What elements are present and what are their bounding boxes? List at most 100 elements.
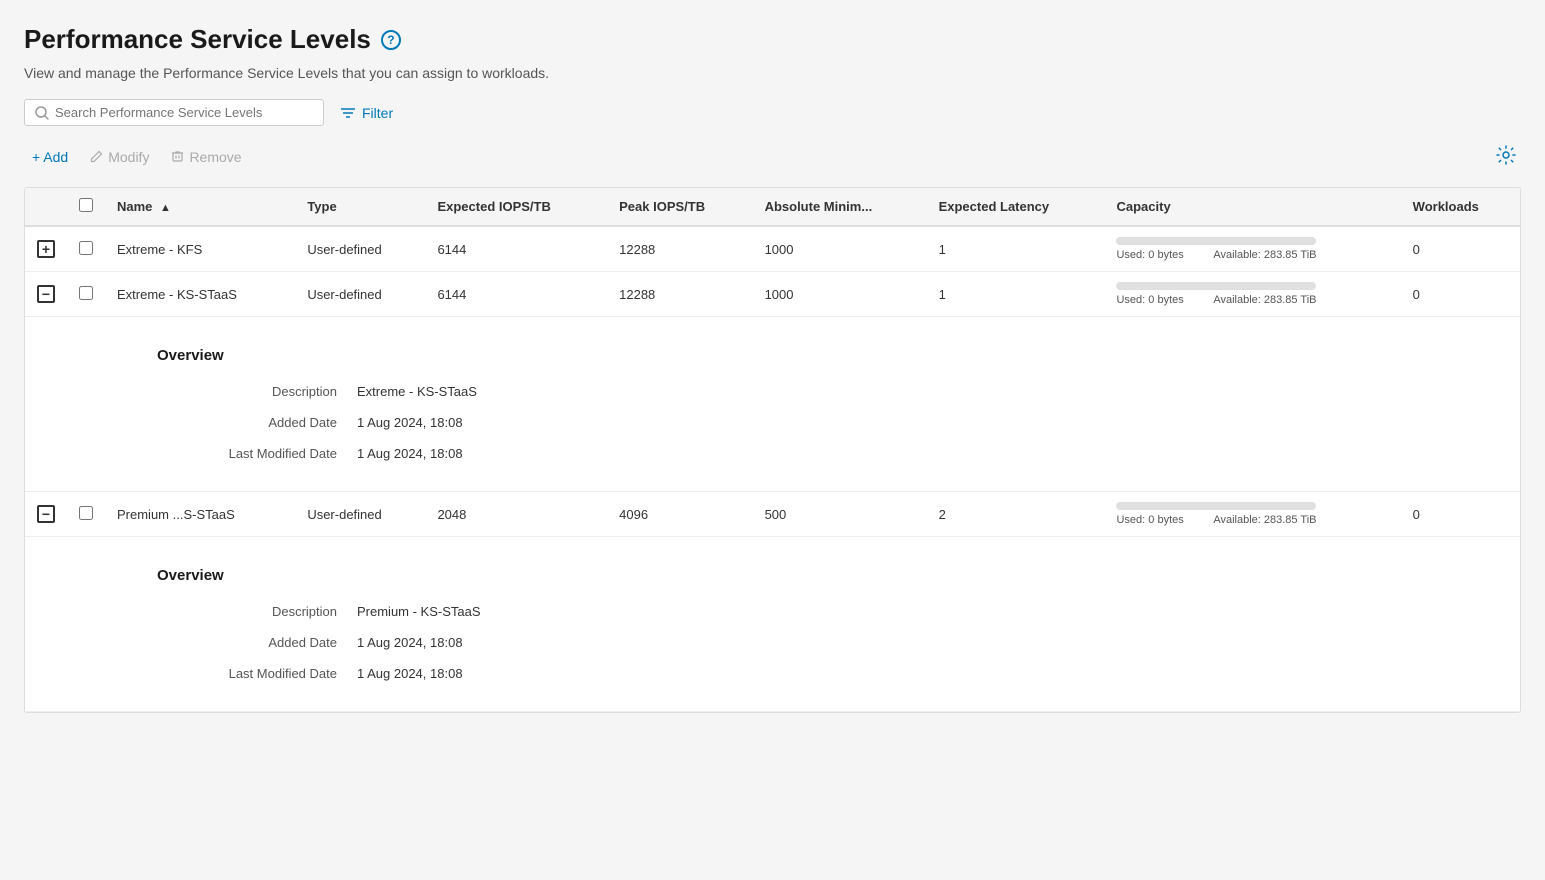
collapse-button[interactable]: − bbox=[37, 505, 55, 523]
modify-button[interactable]: Modify bbox=[82, 145, 157, 169]
row-absolute-min: 1000 bbox=[753, 226, 927, 272]
overview-row: Overview Description Premium - KS-STaaS … bbox=[25, 537, 1520, 712]
overview-grid: Description Premium - KS-STaaS Added Dat… bbox=[157, 604, 757, 681]
actions-row: + Add Modify Remove bbox=[24, 140, 1521, 173]
row-peak-iops: 4096 bbox=[607, 492, 752, 537]
overview-grid: Description Extreme - KS-STaaS Added Dat… bbox=[157, 384, 757, 461]
overview-section: Overview Description Premium - KS-STaaS … bbox=[37, 547, 1508, 701]
row-checkbox[interactable] bbox=[79, 241, 93, 255]
search-box[interactable] bbox=[24, 99, 324, 126]
overview-row: Overview Description Extreme - KS-STaaS … bbox=[25, 317, 1520, 492]
row-expected-iops: 6144 bbox=[425, 272, 607, 317]
row-name: Extreme - KFS bbox=[105, 226, 295, 272]
row-expected-latency: 1 bbox=[927, 272, 1105, 317]
row-expected-latency: 2 bbox=[927, 492, 1105, 537]
th-capacity: Capacity bbox=[1104, 188, 1400, 226]
gear-icon bbox=[1495, 144, 1517, 166]
settings-button[interactable] bbox=[1491, 140, 1521, 173]
row-capacity: Used: 0 bytes Available: 283.85 TiB bbox=[1104, 492, 1400, 537]
row-capacity: Used: 0 bytes Available: 283.85 TiB bbox=[1104, 226, 1400, 272]
capacity-available: Available: 283.85 TiB bbox=[1213, 249, 1316, 261]
overview-cell: Overview Description Premium - KS-STaaS … bbox=[25, 537, 1520, 712]
row-checkbox-cell[interactable] bbox=[67, 226, 105, 272]
row-name: Extreme - KS-STaaS bbox=[105, 272, 295, 317]
expand-cell[interactable]: − bbox=[25, 272, 67, 317]
trash-icon bbox=[171, 150, 184, 163]
row-type: User-defined bbox=[295, 272, 425, 317]
row-peak-iops: 12288 bbox=[607, 272, 752, 317]
search-icon bbox=[35, 106, 49, 120]
row-expected-iops: 6144 bbox=[425, 226, 607, 272]
pencil-icon bbox=[90, 150, 103, 163]
th-expand bbox=[25, 188, 67, 226]
th-type: Type bbox=[295, 188, 425, 226]
expand-button[interactable]: + bbox=[37, 240, 55, 258]
help-icon[interactable]: ? bbox=[381, 30, 401, 50]
th-peak-iops: Peak IOPS/TB bbox=[607, 188, 752, 226]
row-workloads: 0 bbox=[1401, 492, 1520, 537]
row-checkbox[interactable] bbox=[79, 286, 93, 300]
expand-cell[interactable]: − bbox=[25, 492, 67, 537]
row-checkbox-cell[interactable] bbox=[67, 272, 105, 317]
capacity-used: Used: 0 bytes bbox=[1116, 294, 1183, 306]
added-date-value: 1 Aug 2024, 18:08 bbox=[357, 635, 757, 650]
row-workloads: 0 bbox=[1401, 272, 1520, 317]
capacity-available: Available: 283.85 TiB bbox=[1213, 294, 1316, 306]
capacity-used: Used: 0 bytes bbox=[1116, 514, 1183, 526]
expand-cell[interactable]: + bbox=[25, 226, 67, 272]
add-button[interactable]: + Add bbox=[24, 145, 76, 169]
row-peak-iops: 12288 bbox=[607, 226, 752, 272]
capacity-available: Available: 283.85 TiB bbox=[1213, 514, 1316, 526]
row-name: Premium ...S-STaaS bbox=[105, 492, 295, 537]
overview-section: Overview Description Extreme - KS-STaaS … bbox=[37, 327, 1508, 481]
page-title-row: Performance Service Levels ? bbox=[24, 24, 1521, 55]
row-checkbox-cell[interactable] bbox=[67, 492, 105, 537]
added-date-label: Added Date bbox=[157, 415, 357, 430]
description-value: Premium - KS-STaaS bbox=[357, 604, 757, 619]
last-modified-label: Last Modified Date bbox=[157, 666, 357, 681]
overview-title: Overview bbox=[157, 567, 1468, 584]
select-all-checkbox[interactable] bbox=[79, 198, 93, 212]
row-expected-latency: 1 bbox=[927, 226, 1105, 272]
th-absolute-min: Absolute Minim... bbox=[753, 188, 927, 226]
th-expected-iops: Expected IOPS/TB bbox=[425, 188, 607, 226]
row-type: User-defined bbox=[295, 492, 425, 537]
table-header-row: Name ▲ Type Expected IOPS/TB Peak IOPS/T… bbox=[25, 188, 1520, 226]
description-value: Extreme - KS-STaaS bbox=[357, 384, 757, 399]
description-label: Description bbox=[157, 604, 357, 619]
search-input[interactable] bbox=[55, 105, 313, 120]
filter-icon bbox=[340, 106, 356, 120]
th-workloads: Workloads bbox=[1401, 188, 1520, 226]
data-table: Name ▲ Type Expected IOPS/TB Peak IOPS/T… bbox=[24, 187, 1521, 713]
overview-title: Overview bbox=[157, 347, 1468, 364]
remove-button[interactable]: Remove bbox=[163, 145, 249, 169]
last-modified-value: 1 Aug 2024, 18:08 bbox=[357, 666, 757, 681]
last-modified-label: Last Modified Date bbox=[157, 446, 357, 461]
row-capacity: Used: 0 bytes Available: 283.85 TiB bbox=[1104, 272, 1400, 317]
description-label: Description bbox=[157, 384, 357, 399]
page-subtitle: View and manage the Performance Service … bbox=[24, 65, 1521, 81]
th-name[interactable]: Name ▲ bbox=[105, 188, 295, 226]
filter-button[interactable]: Filter bbox=[340, 105, 393, 121]
row-absolute-min: 500 bbox=[753, 492, 927, 537]
th-expected-latency: Expected Latency bbox=[927, 188, 1105, 226]
row-type: User-defined bbox=[295, 226, 425, 272]
actions-left: + Add Modify Remove bbox=[24, 145, 250, 169]
added-date-label: Added Date bbox=[157, 635, 357, 650]
row-workloads: 0 bbox=[1401, 226, 1520, 272]
table-row: − Extreme - KS-STaaS User-defined 6144 1… bbox=[25, 272, 1520, 317]
capacity-used: Used: 0 bytes bbox=[1116, 249, 1183, 261]
collapse-button[interactable]: − bbox=[37, 285, 55, 303]
table-row: + Extreme - KFS User-defined 6144 12288 … bbox=[25, 226, 1520, 272]
last-modified-value: 1 Aug 2024, 18:08 bbox=[357, 446, 757, 461]
row-checkbox[interactable] bbox=[79, 506, 93, 520]
toolbar-row: Filter bbox=[24, 99, 1521, 126]
added-date-value: 1 Aug 2024, 18:08 bbox=[357, 415, 757, 430]
row-absolute-min: 1000 bbox=[753, 272, 927, 317]
table-row: − Premium ...S-STaaS User-defined 2048 4… bbox=[25, 492, 1520, 537]
row-expected-iops: 2048 bbox=[425, 492, 607, 537]
overview-cell: Overview Description Extreme - KS-STaaS … bbox=[25, 317, 1520, 492]
sort-arrow-name: ▲ bbox=[160, 202, 171, 214]
page-title: Performance Service Levels bbox=[24, 24, 371, 55]
th-checkbox bbox=[67, 188, 105, 226]
